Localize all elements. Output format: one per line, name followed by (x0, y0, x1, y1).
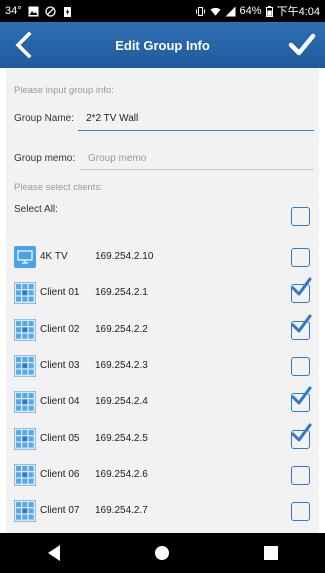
wifi-icon (210, 7, 221, 16)
nav-recents-button[interactable] (251, 538, 291, 568)
group-memo-underline (80, 169, 314, 170)
video-wall-icon (13, 427, 37, 450)
group-name-input[interactable] (84, 108, 313, 128)
nav-back-button[interactable] (34, 538, 74, 568)
form-panel: Please input group info: Group Name: Gro… (6, 68, 319, 533)
select-all-checkbox[interactable] (291, 207, 310, 226)
client-checkbox[interactable] (291, 314, 312, 340)
battery-icon (265, 5, 273, 17)
client-ip: 169.254.2.4 (95, 396, 148, 408)
client-name: Client 05 (40, 432, 80, 444)
video-wall-icon (13, 463, 37, 487)
group-name-label: Group Name: (14, 113, 75, 124)
client-checkbox[interactable] (291, 356, 310, 376)
group-info-hint: Please input group info: (14, 85, 114, 96)
client-name: Client 06 (40, 468, 80, 480)
confirm-button[interactable] (285, 28, 319, 62)
client-ip: 169.254.2.2 (95, 323, 148, 335)
client-name: Client 07 (40, 505, 80, 517)
charging-icon (63, 6, 71, 17)
client-ip: 169.254.2.5 (95, 432, 148, 444)
client-row[interactable]: Client 02 169.254.2.2 (6, 312, 319, 348)
client-row[interactable]: Client 07 169.254.2.7 (6, 493, 319, 529)
client-row[interactable]: Client 05 169.254.2.5 (6, 421, 319, 457)
app-header: Edit Group Info (0, 22, 325, 68)
client-row[interactable]: 4K TV 169.254.2.10 (6, 239, 319, 275)
client-name: Client 01 (40, 287, 80, 299)
circle-home-icon (155, 546, 170, 560)
video-wall-icon (13, 281, 37, 305)
page-title: Edit Group Info (115, 37, 210, 53)
client-name: Client 04 (40, 396, 80, 408)
client-row[interactable]: Client 03 169.254.2.3 (6, 348, 319, 384)
checkmark-icon (288, 33, 316, 56)
client-row[interactable]: Client 01 169.254.2.1 (6, 275, 319, 311)
video-wall-icon (13, 390, 37, 414)
video-wall-icon (13, 354, 37, 378)
client-checkbox[interactable] (291, 277, 312, 304)
client-checkbox[interactable] (291, 502, 310, 522)
client-ip: 169.254.2.6 (95, 468, 148, 480)
clock-text: 下午4:04 (276, 6, 320, 18)
group-memo-label: Group memo: (14, 153, 76, 164)
client-checkbox[interactable] (291, 423, 312, 449)
client-ip: 169.254.2.3 (95, 359, 148, 371)
group-name-underline (78, 130, 314, 131)
client-checkbox[interactable] (291, 386, 312, 413)
client-row[interactable]: Client 06 169.254.2.6 (6, 457, 319, 493)
video-wall-icon (13, 499, 37, 523)
client-name: 4K TV (40, 251, 68, 262)
status-bar: 34° 64% 下午4:04 (0, 0, 325, 22)
client-ip: 169.254.2.10 (95, 251, 154, 262)
square-recents-icon (263, 546, 278, 560)
client-name: Client 02 (40, 323, 80, 335)
no-disturb-icon (44, 5, 56, 17)
battery-percent: 64% (239, 5, 262, 17)
tv-icon (14, 246, 36, 268)
navigation-bar (0, 533, 325, 573)
client-ip: 169.254.2.1 (95, 287, 148, 299)
status-right: 64% 下午4:04 (195, 3, 320, 19)
signal-icon (225, 6, 236, 16)
vibrate-icon (195, 6, 205, 16)
back-button[interactable] (6, 28, 40, 62)
nav-home-button[interactable] (142, 538, 182, 568)
client-checkbox[interactable] (291, 465, 310, 485)
group-memo-input[interactable] (86, 148, 315, 168)
video-wall-icon (13, 318, 37, 342)
select-clients-hint: Please select clients: (14, 182, 103, 193)
triangle-back-icon (48, 545, 61, 561)
client-ip: 169.254.2.7 (95, 505, 148, 517)
client-row[interactable]: Client 04 169.254.2.4 (6, 384, 319, 420)
client-name: Client 03 (40, 359, 80, 371)
gallery-icon (28, 6, 39, 16)
back-arrow-icon (15, 32, 32, 58)
select-all-label: Select All: (14, 204, 58, 215)
temperature-text: 34° (5, 5, 22, 17)
client-checkbox[interactable] (291, 248, 310, 267)
status-left: 34° (5, 5, 73, 17)
